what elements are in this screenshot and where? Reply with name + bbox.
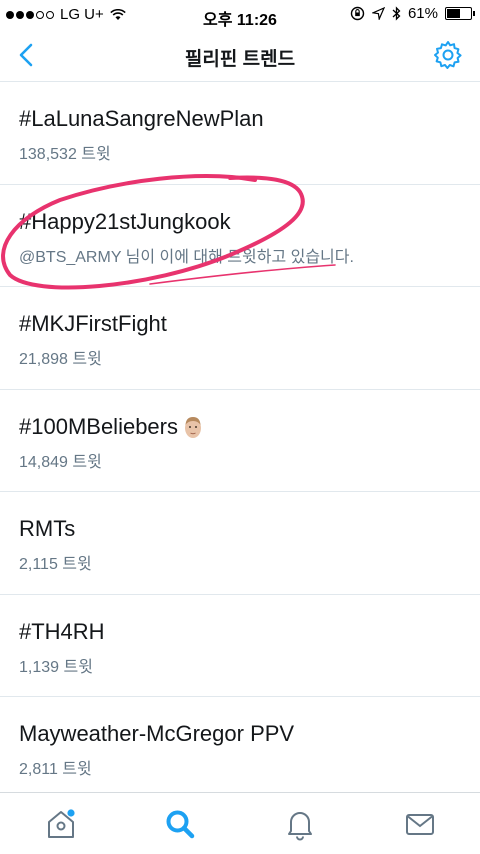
trend-name-row: #100MBeliebers xyxy=(19,414,480,440)
trend-tweet-count: 2,115 트윗 xyxy=(19,556,92,573)
page-title: 필리핀 트렌드 xyxy=(184,49,296,70)
trend-tweet-count: 14,849 트윗 xyxy=(19,453,102,471)
tab-bar xyxy=(0,792,480,854)
trend-name: #LaLunaSangreNewPlan xyxy=(19,106,264,131)
trend-context: @BTS_ARMY 님이 이에 대해 트윗하고 있습니다. xyxy=(19,248,354,266)
bluetooth-icon xyxy=(392,6,401,21)
nav-bar: 필리핀 트렌드 xyxy=(0,30,480,82)
trend-tweet-count: 21,898 트윗 xyxy=(19,351,102,368)
trends-list: #LaLunaSangreNewPlan 138,532 트윗 #Happy21… xyxy=(0,82,480,800)
trend-tweet-count: 2,811 트윗 xyxy=(19,761,92,778)
trend-tweet-count: 1,139 트윗 xyxy=(19,658,93,676)
tab-messages[interactable] xyxy=(403,807,437,841)
trend-item[interactable]: RMTs 2,115 트윗 xyxy=(0,492,480,595)
battery-percent: 61% xyxy=(407,5,438,22)
settings-button[interactable] xyxy=(432,39,464,71)
battery-fill xyxy=(447,9,461,18)
orientation-lock-icon xyxy=(350,6,365,21)
status-bar: LG U+ 오후 11:26 61% xyxy=(0,0,480,30)
trend-item[interactable]: #MKJFirstFight 21,898 트윗 xyxy=(0,287,480,390)
trend-item[interactable]: #Happy21stJungkook @BTS_ARMY 님이 이에 대해 트윗… xyxy=(0,185,480,287)
trend-name: #TH4RH xyxy=(19,618,105,644)
mail-icon xyxy=(406,814,434,835)
tab-notifications[interactable] xyxy=(283,807,317,841)
trend-name: #100MBeliebers xyxy=(19,413,178,439)
trend-name: RMTs xyxy=(19,516,76,541)
gear-icon xyxy=(434,41,462,69)
trend-item[interactable]: #100MBeliebers 14,849 트윗 xyxy=(0,390,480,492)
tab-search[interactable] xyxy=(163,807,197,841)
trend-item[interactable]: Mayweather-McGregor PPV 2,811 트윗 xyxy=(0,697,480,800)
trend-name: #MKJFirstFight xyxy=(19,311,167,336)
tab-home[interactable] xyxy=(44,807,78,841)
trend-name: Mayweather-McGregor PPV xyxy=(19,721,295,746)
trend-item[interactable]: #TH4RH 1,139 트윗 xyxy=(0,595,480,697)
battery-icon xyxy=(445,7,475,20)
bell-icon xyxy=(288,812,312,841)
location-icon xyxy=(371,7,385,20)
status-right: 61% xyxy=(350,5,475,22)
face-emoji-icon xyxy=(184,416,201,438)
trend-name: #Happy21stJungkook xyxy=(19,208,231,234)
trend-item[interactable]: #LaLunaSangreNewPlan 138,532 트윗 xyxy=(0,82,480,185)
home-icon xyxy=(48,809,75,838)
search-icon xyxy=(166,810,195,839)
trend-tweet-count: 138,532 트윗 xyxy=(19,146,111,163)
